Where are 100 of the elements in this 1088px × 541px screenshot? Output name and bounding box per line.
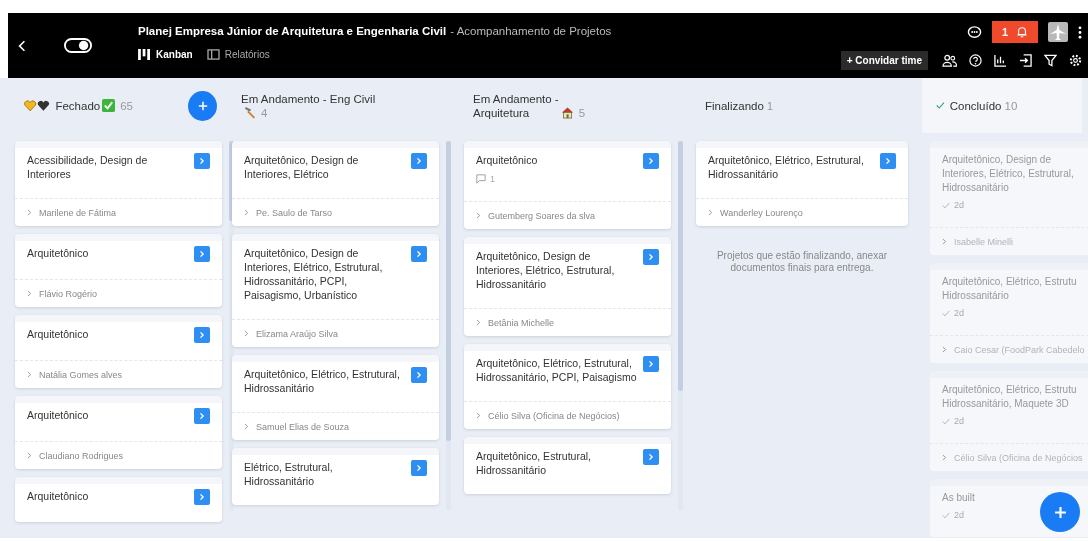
project-subtitle: - Acompanhamento de Projetos (450, 25, 612, 37)
elapsed-time: 2d (954, 416, 964, 426)
notifications-button[interactable]: 1 (992, 21, 1038, 43)
chevron-icon (476, 212, 481, 219)
elapsed-time: 2d (954, 308, 964, 318)
open-card-button[interactable] (643, 249, 659, 265)
column-title: Concluído (949, 98, 1002, 113)
open-card-button[interactable] (194, 408, 210, 424)
project-card[interactable]: Arquitetônico Natália Gomes alves (15, 315, 222, 388)
add-card-button[interactable] (188, 90, 217, 121)
plus-icon (197, 100, 208, 111)
project-card[interactable]: Arquitetônico, Estrutural, Hidrossanitário (464, 437, 671, 494)
hearts-icon (24, 99, 51, 112)
assignee-name: Elizama Araújo Silva (256, 328, 339, 339)
assignee-name: Isabelle Minelli (954, 236, 1014, 247)
project-card[interactable]: Arquitetônico, Design de Interiores, Elétrico Pe. Saulo de Tarso (232, 141, 439, 226)
assignee-name: Marilene de Fátima (39, 207, 117, 218)
card-title: Arquitetônico, Elétrico, Estrutu Hidrossanitário (942, 275, 1077, 303)
help-icon[interactable] (969, 54, 982, 67)
filter-icon[interactable] (1044, 54, 1057, 67)
project-card[interactable]: Elétrico, Estrutural, Hidrossanitário (232, 448, 439, 505)
project-card[interactable]: Arquitetônico (15, 477, 222, 522)
chevron-icon (648, 253, 654, 261)
view-tab[interactable]: Kanban (138, 49, 193, 60)
project-card[interactable]: Arquitetônico, Elétrico, Estrutural, Hidrossanitário Samuel Elias de Souza (232, 355, 439, 440)
chevron-icon (416, 371, 422, 379)
assignee-name: Claudiano Rodrigues (39, 450, 124, 461)
open-card-button[interactable] (411, 246, 427, 262)
card-title: Arquitetônico, Elétrico, Estrutural, Hidrossanitário, PCPI, Paisagismo (476, 356, 637, 384)
elapsed-time: 2d (954, 510, 964, 520)
open-card-button[interactable] (643, 356, 659, 372)
open-card-button[interactable] (411, 460, 427, 476)
house-icon (560, 105, 574, 119)
card-title: Arquitetônico (27, 408, 89, 422)
chevron-icon (244, 330, 249, 337)
project-card[interactable]: Arquitetônico Claudiano Rodrigues (15, 396, 222, 469)
open-card-button[interactable] (643, 449, 659, 465)
chevron-icon (942, 238, 947, 245)
card-title: Arquitetônico, Elétrico, Estrutu Hidrossanitário, Maquete 3D (942, 383, 1077, 411)
card-title: Arquitetônico, Design de Interiores, Elétrico (244, 153, 360, 181)
chart-icon[interactable] (994, 54, 1007, 67)
chevron-icon (244, 423, 249, 430)
chevron-icon (648, 453, 654, 461)
project-title: Planej Empresa Júnior de Arquitetura e Engenharia Civil (138, 25, 447, 37)
card-title: Arquitetônico, Elétrico, Estrutural, Hidrossanitário (708, 153, 865, 181)
assignee-name: Betânia Michelle (488, 317, 555, 328)
chevron-icon (476, 412, 481, 419)
invite-team-button[interactable]: + Convidar time (840, 51, 928, 70)
more-icon[interactable] (1078, 25, 1082, 39)
chevron-icon (27, 452, 32, 459)
plane-logo-icon[interactable] (1048, 22, 1068, 42)
scrollbar[interactable] (446, 141, 451, 441)
checkbox-icon (102, 98, 116, 112)
export-icon[interactable] (1019, 54, 1032, 67)
open-card-button[interactable] (643, 153, 659, 169)
column-note: Projetos que estão finalizando, anexar documentos finais para entrega. (715, 250, 889, 274)
assignee-name: Caio Cesar (FoodPark Cabedelo (954, 344, 1085, 355)
check-icon (936, 101, 945, 110)
chevron-icon (27, 290, 32, 297)
project-card[interactable]: Arquitetônico, Elétrico, Estrutural, Hidrossanitário, PCPI, Paisagismo Célio Silva (Oficina de Negócios) (464, 344, 671, 429)
open-card-button[interactable] (411, 153, 427, 169)
check-icon (942, 309, 950, 317)
chevron-icon (199, 412, 205, 420)
open-card-button[interactable] (194, 327, 210, 343)
card-title: Arquitetônico, Estrutural, Hidrossanitário (476, 449, 592, 477)
toggle-logo-icon (64, 38, 92, 53)
card-title: Acessibilidade, Design de Interiores (27, 153, 149, 181)
assignee-name: Gutemberg Soares da slva (488, 210, 596, 221)
view-tab[interactable]: Relatórios (206, 49, 270, 60)
chat-icon[interactable] (967, 24, 982, 40)
assignee-name: Célio Silva (Oficina de Negócios) (488, 410, 620, 421)
open-card-button[interactable] (880, 153, 896, 169)
check-icon (942, 511, 950, 519)
bell-icon (1016, 26, 1029, 38)
open-card-button[interactable] (194, 489, 210, 505)
elapsed-time: 2d (954, 200, 964, 210)
open-card-button[interactable] (411, 367, 427, 383)
card-title: Arquitetônico (27, 489, 89, 503)
card-title: Arquitetônico, Design de Interiores, Elétrico, Estrutural, Hidrossanitário (476, 249, 616, 291)
project-card[interactable]: Arquitetônico, Elétrico, Estrutural, Hidrossanitário Wanderley Lourenço (696, 141, 908, 226)
chevron-icon (199, 157, 205, 165)
card-count: 5 (578, 106, 586, 119)
card-count: 1 (766, 99, 774, 112)
project-card[interactable]: Arquitetônico, Design de Interiores, Elétrico, Estrutural, Hidrossanitário, PCPI, Paisagismo, Urbanístico Elizama Araújo Silva (232, 234, 439, 347)
project-card[interactable]: Acessibilidade, Design de Interiores Marilene de Fátima (15, 141, 222, 226)
settings-icon[interactable] (1069, 54, 1082, 67)
assignee-name: Natália Gomes alves (39, 369, 123, 380)
scrollbar[interactable] (678, 141, 683, 391)
people-icon[interactable] (942, 54, 957, 67)
card-title: Arquitetônico (27, 246, 89, 260)
project-card[interactable]: Arquitetônico, Design de Interiores, Elétrico, Estrutural, Hidrossanitário Betânia Michelle (464, 237, 671, 336)
comment-count: 1 (490, 174, 495, 184)
card-title: Arquitetônico, Elétrico, Estrutural, Hidrossanitário (244, 367, 401, 395)
project-card[interactable]: Arquitetônico Flávio Rogério (15, 234, 222, 307)
column-title: Em Andamento - Arquitetura (473, 91, 559, 120)
open-card-button[interactable] (194, 246, 210, 262)
open-card-button[interactable] (194, 153, 210, 169)
back-icon[interactable] (18, 39, 26, 52)
project-card[interactable]: Arquitetônico 1 Gutemberg Soares da slva (464, 141, 671, 229)
comment-icon (476, 174, 486, 184)
